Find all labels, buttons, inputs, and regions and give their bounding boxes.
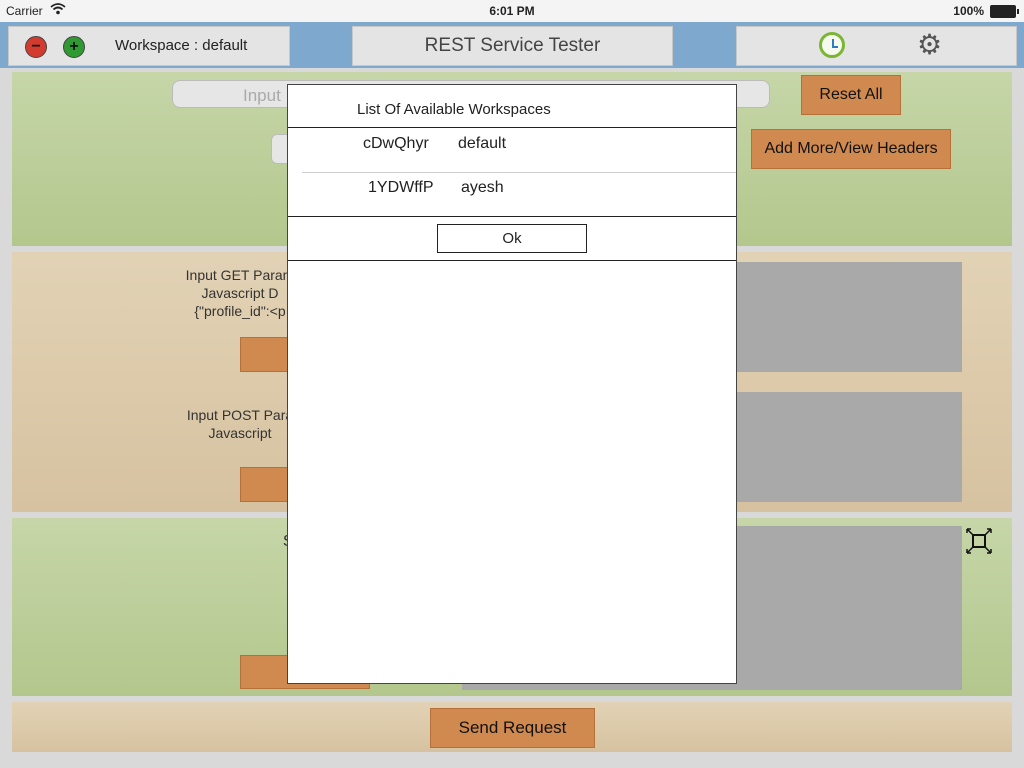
history-clock-icon[interactable] — [819, 32, 845, 58]
add-view-headers-button[interactable]: Add More/View Headers — [751, 129, 951, 169]
get-params-input[interactable] — [702, 262, 962, 372]
remove-workspace-button[interactable]: − — [25, 36, 47, 58]
workspace-name: ayesh — [461, 179, 504, 196]
workspace-id: 1YDWffP — [368, 179, 434, 196]
status-bar: Carrier 6:01 PM 100% — [0, 0, 1024, 22]
battery-percentage: 100% — [953, 4, 984, 18]
send-request-button[interactable]: Send Request — [430, 708, 595, 748]
workspace-row[interactable]: cDwQhyr default — [288, 128, 736, 172]
workspace-label[interactable]: Workspace : default — [115, 37, 247, 54]
workspace-name: default — [458, 135, 507, 152]
reset-all-button[interactable]: Reset All — [801, 75, 901, 115]
modal-footer: Ok — [288, 216, 736, 261]
modal-title: List Of Available Workspaces — [357, 101, 551, 118]
post-params-input[interactable] — [702, 392, 962, 502]
workspace-id: cDwQhyr — [363, 135, 429, 152]
modal-header: List Of Available Workspaces — [288, 85, 736, 128]
workspace-row[interactable]: 1YDWffP ayesh — [288, 172, 736, 216]
ok-button[interactable]: Ok — [437, 224, 587, 253]
title-panel: REST Service Tester — [352, 26, 673, 66]
gear-icon[interactable]: ⚙ — [917, 31, 945, 59]
workspace-panel: − + Workspace : default — [8, 26, 290, 66]
battery-icon — [990, 5, 1019, 18]
workspaces-modal: List Of Available Workspaces cDwQhyr def… — [287, 84, 737, 684]
tools-panel: ⚙ — [736, 26, 1017, 66]
expand-icon[interactable] — [966, 528, 992, 554]
app-title: REST Service Tester — [424, 35, 601, 56]
add-workspace-button[interactable]: + — [63, 36, 85, 58]
clock-time: 6:01 PM — [489, 4, 535, 18]
